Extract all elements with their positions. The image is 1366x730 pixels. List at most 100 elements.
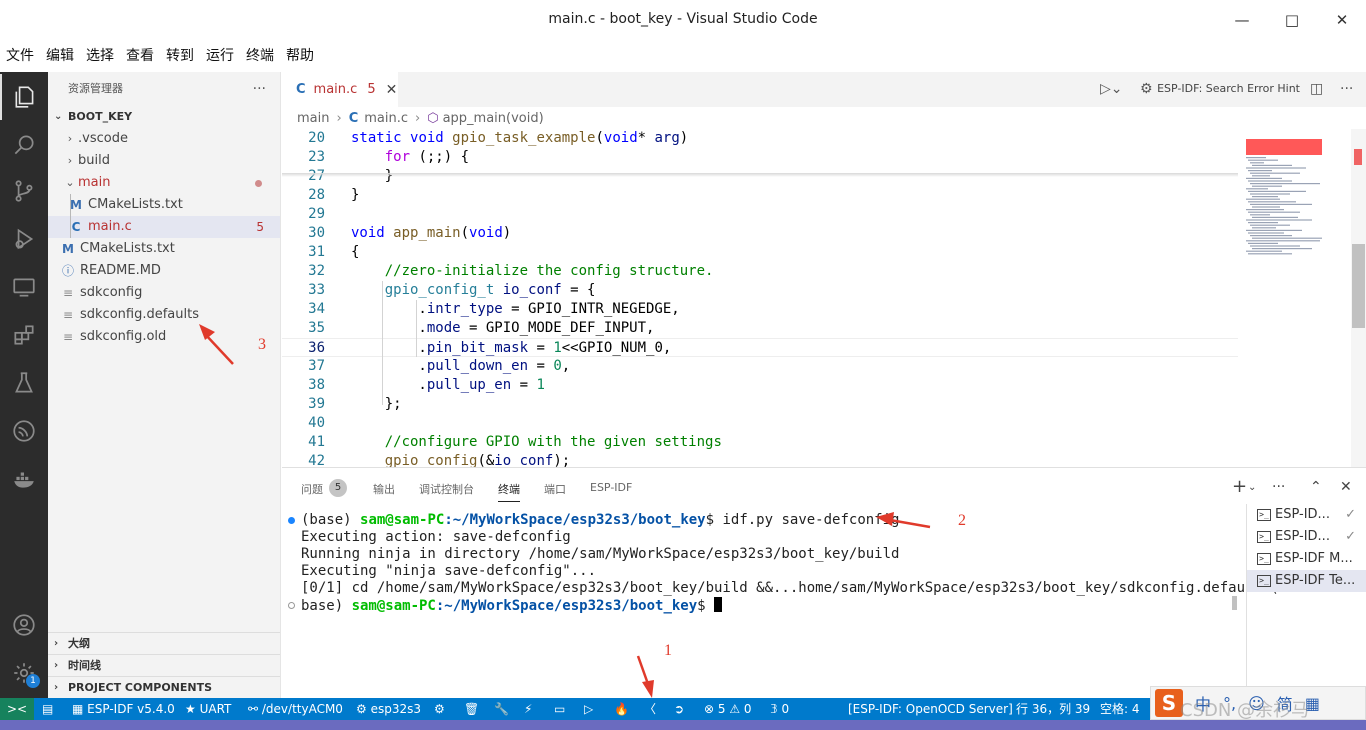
debug-icon[interactable]: ▷ [584,698,593,720]
menu-go[interactable]: 转到 [166,42,194,70]
timeline-section-header[interactable]: › 时间线 [48,654,280,676]
menu-edit[interactable]: 编辑 [46,42,74,70]
tab-output[interactable]: 输出 [373,481,395,497]
target-item[interactable]: ⚙ esp32s3 [356,698,421,720]
accounts-activity[interactable] [0,602,48,648]
tree-file-main-cmakelists[interactable]: M CMakeLists.txt [48,194,280,216]
run-debug-activity[interactable] [0,216,48,262]
tree-folder-main[interactable]: ⌄ main [48,172,280,194]
ports-forward-item[interactable]: 𝟛 0 [770,698,789,720]
minimize-button[interactable]: — [1230,8,1254,32]
code-line[interactable]: 29 [282,205,1238,224]
scrollbar-thumb[interactable] [1232,596,1237,610]
maximize-button[interactable]: □ [1280,8,1304,32]
menu-view[interactable]: 查看 [126,42,154,70]
wrench-icon[interactable]: 🔧 [494,698,509,720]
tree-file-readme[interactable]: ⓘ README.MD [48,260,280,282]
espressif-activity[interactable] [0,408,48,454]
terminal-list-item[interactable]: >_ ESP-IDF M... [1247,548,1366,570]
code-line[interactable]: 32 //zero-initialize the config structur… [282,262,1238,281]
minimap[interactable] [1238,129,1351,467]
code-line[interactable]: 40 [282,414,1238,433]
code-line[interactable]: 34 .intr_type = GPIO_INTR_NEGEDGE, [282,300,1238,319]
scrollbar-thumb[interactable] [1352,244,1365,328]
tree-folder-build[interactable]: › build [48,150,280,172]
monitor-icon[interactable]: ▭ [554,698,565,720]
breadcrumb-folder[interactable]: main [297,111,329,126]
code-line[interactable]: 23 for (;;) { [282,148,1238,167]
remote-explorer-activity[interactable] [0,264,48,310]
breadcrumb-file[interactable]: main.c [364,111,408,126]
code-line[interactable]: 41 //configure GPIO with the given setti… [282,433,1238,452]
more-actions-icon[interactable]: ··· [253,72,266,106]
tab-ports[interactable]: 端口 [544,481,566,497]
testing-activity[interactable] [0,360,48,406]
split-editor-icon[interactable]: ◫ [1310,81,1323,97]
remote-indicator[interactable]: >< [0,698,34,720]
tab-esp-idf[interactable]: ESP-IDF [590,481,632,494]
maximize-panel-icon[interactable]: ⌃ [1310,479,1322,495]
tab-problems[interactable]: 问题 5 [301,479,347,500]
task-icon[interactable]: ➲ [674,698,684,720]
run-debug-dropdown-icon[interactable]: ▷⌄ [1100,81,1123,97]
tree-file-sdkconfig-defaults[interactable]: ≡ sdkconfig.defaults [48,304,280,326]
code-line[interactable]: 36 .pin_bit_mask = 1<<GPIO_NUM_0, [282,338,1238,357]
tab-debug-console[interactable]: 调试控制台 [419,481,474,497]
tab-terminal[interactable]: 终端 [498,481,520,502]
code-line[interactable]: 35 .mode = GPIO_MODE_DEF_INPUT, [282,319,1238,338]
flash-icon[interactable]: ⚡ [524,698,532,720]
menu-run[interactable]: 运行 [206,42,234,70]
sdkconfig-gear-icon[interactable]: ⚙ [434,698,445,720]
explorer-activity[interactable] [0,74,48,120]
breadcrumb-symbol[interactable]: app_main(void) [443,111,544,126]
source-control-activity[interactable] [0,168,48,214]
code-line[interactable]: 39 }; [282,395,1238,414]
flash-method-item[interactable]: ★ UART [185,698,231,720]
tree-file-sdkconfig[interactable]: ≡ sdkconfig [48,282,280,304]
port-item[interactable]: ⚯ /dev/ttyACM0 [248,698,343,720]
trash-icon[interactable]: 🗑 [464,698,479,720]
outline-section-header[interactable]: › 大纲 [48,632,280,654]
terminal-list-item[interactable]: >_ ESP-ID... ✓ [1247,504,1366,526]
menu-selection[interactable]: 选择 [86,42,114,70]
menu-file[interactable]: 文件 [6,42,34,70]
idf-version-item[interactable]: ▦ ESP-IDF v5.4.0 [72,698,175,720]
terminal-list-item[interactable]: >_ ESP-ID... ✓ [1247,526,1366,548]
more-actions-icon[interactable]: ··· [1340,81,1353,97]
cursor-position-item[interactable]: 行 36，列 39 [1016,698,1090,720]
docker-activity[interactable] [0,456,48,502]
close-panel-icon[interactable]: ✕ [1340,479,1352,495]
manage-activity[interactable]: 1 [0,650,48,696]
tab-main-c[interactable]: C main.c 5 ✕ [282,72,398,107]
openocd-server-item[interactable]: [ESP-IDF: OpenOCD Server] [848,698,1013,720]
project-components-header[interactable]: › PROJECT COMPONENTS [48,676,280,698]
new-terminal-icon[interactable]: + [1232,476,1247,497]
code-editor[interactable]: 20 static void gpio_task_example(void* ar… [282,129,1238,467]
terminal-scrollbar[interactable] [1232,510,1238,610]
indentation-item[interactable]: 空格: 4 [1100,698,1140,720]
fire-icon[interactable]: 🔥 [614,698,629,720]
close-tab-icon[interactable]: ✕ [386,82,398,98]
code-line[interactable]: 37 .pull_down_en = 0, [282,357,1238,376]
terminal-icon[interactable]: 〈 [644,698,656,720]
code-line[interactable]: 33 gpio_config_t io_conf = { [282,281,1238,300]
chevron-down-icon[interactable]: ⌄ [1248,482,1256,493]
search-activity[interactable] [0,122,48,168]
tree-file-main-c[interactable]: C main.c 5 [48,216,280,238]
editor-scrollbar[interactable] [1351,129,1366,467]
folder-icon[interactable]: ▤ [42,698,53,720]
code-line[interactable]: 30 void app_main(void) [282,224,1238,243]
code-line[interactable]: 28} [282,186,1238,205]
tree-file-sdkconfig-old[interactable]: ≡ sdkconfig.old [48,326,280,348]
menu-terminal[interactable]: 终端 [246,42,274,70]
code-line[interactable]: 42 gpio_config(&io_conf); [282,452,1238,467]
terminal-view[interactable]: (base) sam@sam-PC:~/MyWorkSpace/esp32s3/… [282,510,1279,696]
problems-item[interactable]: ⊗ 5 ⚠ 0 [704,698,752,720]
search-error-hint-button[interactable]: ESP-IDF: Search Error Hint [1157,82,1300,95]
close-window-button[interactable]: ✕ [1330,8,1354,32]
gear-icon[interactable]: ⚙ [1140,81,1153,97]
menu-help[interactable]: 帮助 [286,42,314,70]
more-actions-icon[interactable]: ··· [1272,479,1285,495]
tree-file-cmakelists[interactable]: M CMakeLists.txt [48,238,280,260]
terminal-list-item-selected[interactable]: >_ ESP-IDF Te... [1247,570,1366,592]
